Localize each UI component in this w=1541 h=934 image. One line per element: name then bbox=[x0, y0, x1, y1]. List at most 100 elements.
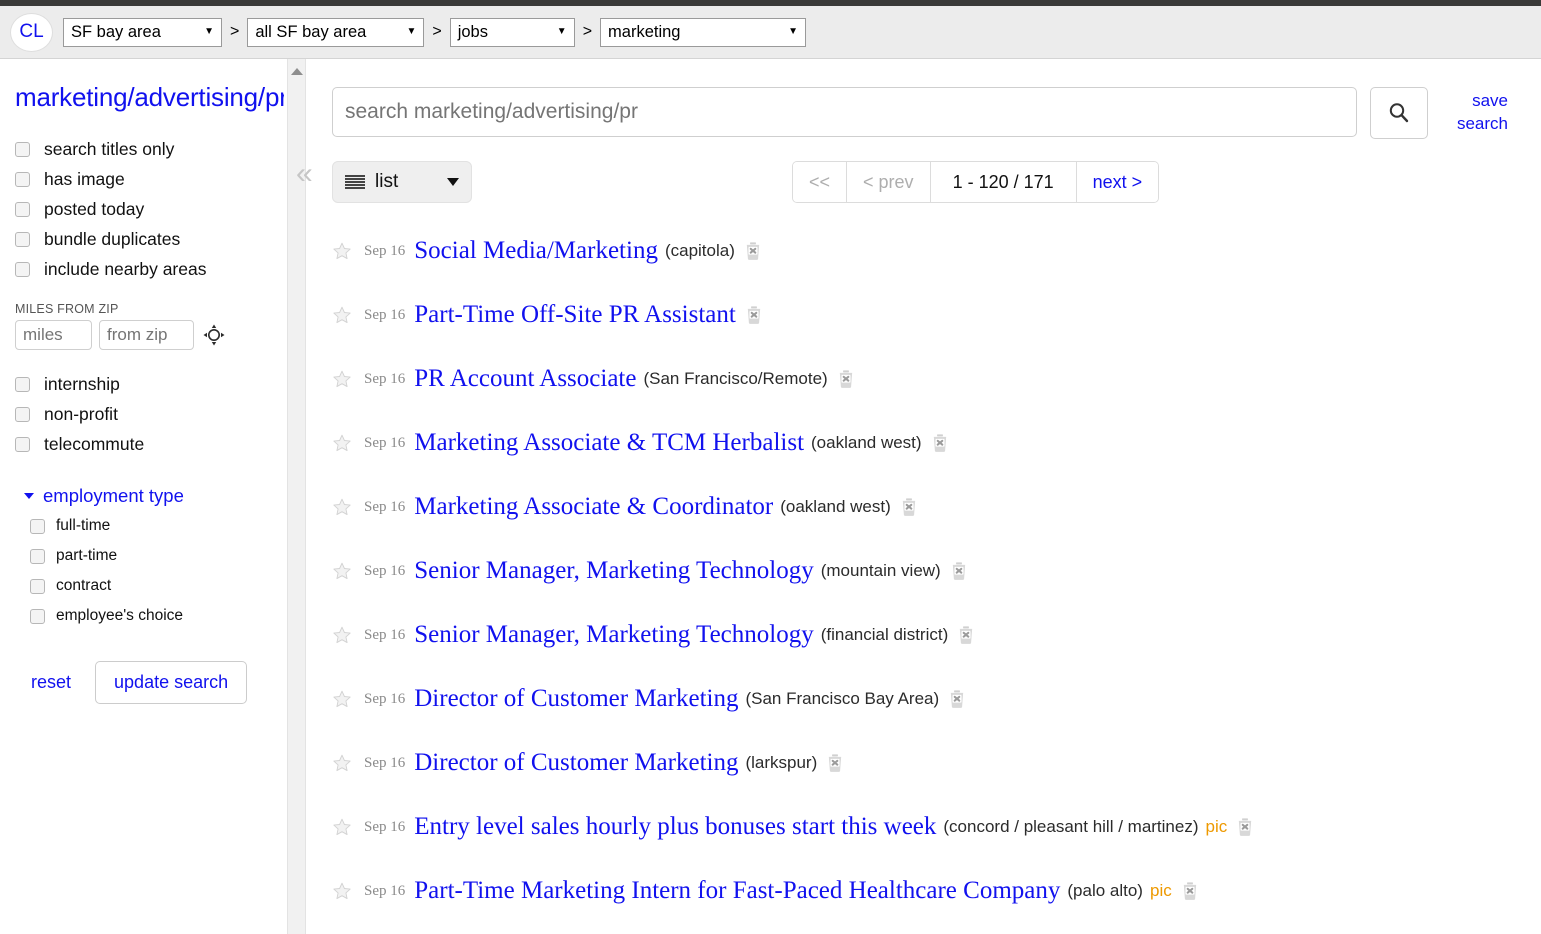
filter-include-nearby-areas[interactable]: include nearby areas bbox=[15, 254, 284, 284]
listing-title-link[interactable]: Director of Customer Marketing bbox=[414, 749, 738, 777]
collapse-sidebar-icon[interactable]: « bbox=[296, 159, 313, 189]
pagination-first-button[interactable]: << bbox=[793, 162, 847, 202]
favorite-star-icon[interactable] bbox=[332, 689, 352, 709]
filter-actions: reset update search bbox=[15, 661, 284, 704]
listing-row[interactable]: Sep 16Marketing Associate & TCM Herbalis… bbox=[332, 411, 1541, 475]
listing-row[interactable]: Sep 16Social Media/Marketing(capitola) bbox=[332, 219, 1541, 283]
filter-part-time[interactable]: part-time bbox=[15, 541, 284, 571]
save-search-link[interactable]: save search bbox=[1450, 89, 1508, 135]
hide-listing-trash-icon[interactable] bbox=[956, 625, 976, 645]
checkbox-icon[interactable] bbox=[30, 519, 45, 534]
listing-location: (San Francisco Bay Area) bbox=[745, 689, 939, 709]
favorite-star-icon[interactable] bbox=[332, 369, 352, 389]
hide-listing-trash-icon[interactable] bbox=[1180, 881, 1200, 901]
listing-title-link[interactable]: Senior Manager, Marketing Technology bbox=[414, 557, 813, 585]
favorite-star-icon[interactable] bbox=[332, 561, 352, 581]
filter-non-profit[interactable]: non-profit bbox=[15, 399, 284, 429]
hide-listing-trash-icon[interactable] bbox=[743, 241, 763, 261]
filter-has-image[interactable]: has image bbox=[15, 164, 284, 194]
listing-title-link[interactable]: Social Media/Marketing bbox=[414, 237, 658, 265]
checkbox-icon[interactable] bbox=[15, 407, 30, 422]
listing-row[interactable]: Sep 16Director of Customer Marketing(lar… bbox=[332, 731, 1541, 795]
cl-logo[interactable]: CL bbox=[10, 13, 53, 52]
filter-employees-choice[interactable]: employee's choice bbox=[15, 601, 284, 631]
favorite-star-icon[interactable] bbox=[332, 753, 352, 773]
filter-search-titles-only[interactable]: search titles only bbox=[15, 134, 284, 164]
search-button[interactable] bbox=[1370, 87, 1428, 139]
pagination-next-button[interactable]: next > bbox=[1077, 162, 1159, 202]
hide-listing-trash-icon[interactable] bbox=[744, 305, 764, 325]
hide-listing-trash-icon[interactable] bbox=[1235, 817, 1255, 837]
filter-internship[interactable]: internship bbox=[15, 369, 284, 399]
hide-listing-trash-icon[interactable] bbox=[930, 433, 950, 453]
listing-date: Sep 16 bbox=[364, 627, 405, 644]
employment-type-group-toggle[interactable]: employment type bbox=[15, 485, 284, 507]
listing-title-link[interactable]: Marketing Associate & TCM Herbalist bbox=[414, 429, 804, 457]
subcategory-select[interactable]: marketing ▼ bbox=[600, 18, 806, 47]
listing-row[interactable]: Sep 16 Part-Time Marketing Intern for Fas… bbox=[332, 859, 1541, 923]
favorite-star-icon[interactable] bbox=[332, 241, 352, 261]
crosshair-locate-icon[interactable] bbox=[203, 324, 225, 346]
listing-row[interactable]: Sep 16Director of Customer Marketing(San… bbox=[332, 667, 1541, 731]
update-search-button[interactable]: update search bbox=[95, 661, 247, 704]
favorite-star-icon[interactable] bbox=[332, 881, 352, 901]
filter-telecommute[interactable]: telecommute bbox=[15, 429, 284, 459]
save-search-line2: search bbox=[1450, 112, 1508, 135]
checkbox-icon[interactable] bbox=[15, 202, 30, 217]
hide-listing-trash-icon[interactable] bbox=[899, 497, 919, 517]
subcategory-select-value: marketing bbox=[608, 23, 680, 42]
listing-date: Sep 16 bbox=[364, 371, 405, 388]
miles-input[interactable] bbox=[15, 320, 92, 350]
checkbox-icon[interactable] bbox=[30, 609, 45, 624]
listing-date: Sep 16 bbox=[364, 883, 405, 900]
checkbox-icon[interactable] bbox=[30, 549, 45, 564]
listing-row[interactable]: Sep 16Part-Time Off-Site PR Assistant bbox=[332, 283, 1541, 347]
view-mode-dropdown[interactable]: list bbox=[332, 161, 472, 203]
checkbox-icon[interactable] bbox=[15, 437, 30, 452]
filter-bundle-duplicates[interactable]: bundle duplicates bbox=[15, 224, 284, 254]
favorite-star-icon[interactable] bbox=[332, 625, 352, 645]
category-select[interactable]: jobs ▼ bbox=[450, 18, 575, 47]
listing-title-link[interactable]: PR Account Associate bbox=[414, 365, 636, 393]
listing-row[interactable]: Sep 16Senior Manager, Marketing Technolo… bbox=[332, 539, 1541, 603]
subarea-select-value: all SF bay area bbox=[255, 23, 366, 42]
favorite-star-icon[interactable] bbox=[332, 817, 352, 837]
hide-listing-trash-icon[interactable] bbox=[825, 753, 845, 773]
reset-button[interactable]: reset bbox=[31, 672, 71, 693]
checkbox-icon[interactable] bbox=[15, 172, 30, 187]
filter-full-time[interactable]: full-time bbox=[15, 511, 284, 541]
listing-title-link[interactable]: Director of Customer Marketing bbox=[414, 685, 738, 713]
subarea-select[interactable]: all SF bay area ▼ bbox=[247, 18, 424, 47]
checkbox-icon[interactable] bbox=[30, 579, 45, 594]
filter-label: has image bbox=[44, 169, 125, 190]
favorite-star-icon[interactable] bbox=[332, 433, 352, 453]
listing-title-link[interactable]: Marketing Associate & Coordinator bbox=[414, 493, 773, 521]
favorite-star-icon[interactable] bbox=[332, 305, 352, 325]
listing-row[interactable]: Sep 16Marketing Associate & Coordinator(… bbox=[332, 475, 1541, 539]
filter-contract[interactable]: contract bbox=[15, 571, 284, 601]
listing-title-link[interactable]: Part-Time Off-Site PR Assistant bbox=[414, 301, 736, 329]
filter-posted-today[interactable]: posted today bbox=[15, 194, 284, 224]
hide-listing-trash-icon[interactable] bbox=[947, 689, 967, 709]
zip-input[interactable] bbox=[99, 320, 194, 350]
filter-label: posted today bbox=[44, 199, 144, 220]
hide-listing-trash-icon[interactable] bbox=[949, 561, 969, 581]
listing-row[interactable]: Sep 16 PR Account Associate (San Francisco… bbox=[332, 347, 1541, 411]
search-input[interactable] bbox=[332, 87, 1357, 137]
listing-title-link[interactable]: Entry level sales hourly plus bonuses st… bbox=[414, 813, 936, 841]
search-bar: save search bbox=[296, 59, 1541, 139]
favorite-star-icon[interactable] bbox=[332, 497, 352, 517]
listing-row[interactable]: Sep 16Entry level sales hourly plus bonu… bbox=[332, 795, 1541, 859]
pagination-prev-button[interactable]: < prev bbox=[847, 162, 931, 202]
checkbox-icon[interactable] bbox=[15, 232, 30, 247]
listing-title-link[interactable]: Part-Time Marketing Intern for Fast-Pace… bbox=[414, 877, 1060, 905]
listing-title-link[interactable]: Senior Manager, Marketing Technology bbox=[414, 621, 813, 649]
checkbox-icon[interactable] bbox=[15, 142, 30, 157]
page-title: marketing/advertising/pr bbox=[15, 82, 284, 113]
area-select[interactable]: SF bay area ▼ bbox=[63, 18, 222, 47]
checkbox-icon[interactable] bbox=[15, 262, 30, 277]
listing-row[interactable]: Sep 16 Senior Manager, Marketing Technolo… bbox=[332, 603, 1541, 667]
checkbox-icon[interactable] bbox=[15, 377, 30, 392]
hide-listing-trash-icon[interactable] bbox=[836, 369, 856, 389]
listing-location: (San Francisco/Remote) bbox=[643, 369, 827, 389]
